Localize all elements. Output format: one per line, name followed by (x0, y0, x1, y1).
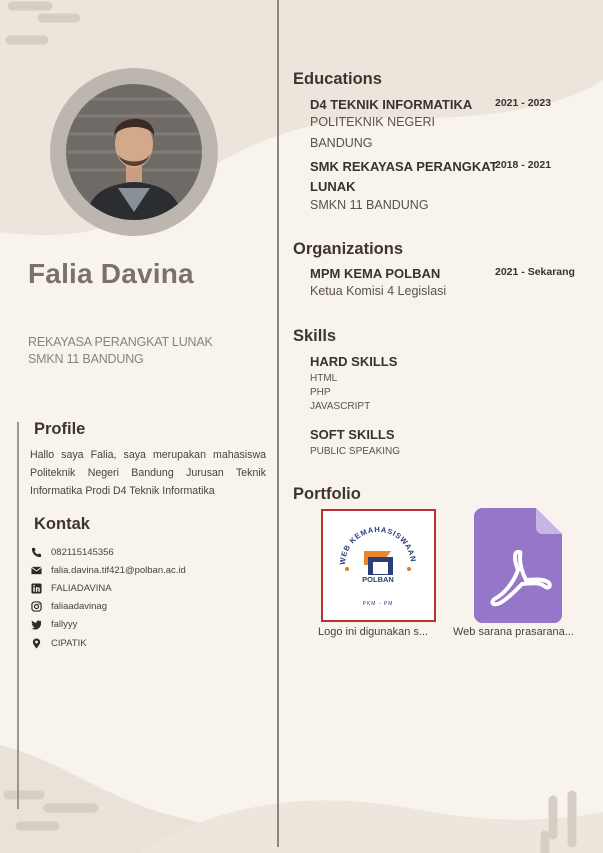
education-school: POLITEKNIK NEGERI (310, 115, 436, 129)
portfolio-heading: Portfolio (293, 485, 361, 503)
contact-text: FALIADAVINA (51, 582, 112, 594)
contact-email[interactable]: falia.davina.tif421@polban.ac.id (30, 561, 186, 579)
education-date: 2018 - 2021 (495, 159, 552, 171)
soft-skills-heading: SOFT SKILLS (310, 427, 395, 442)
contact-location[interactable]: CIPATIK (30, 634, 186, 652)
skills-heading: Skills (293, 327, 337, 345)
portfolio-caption[interactable]: Logo ini digunakan s... (318, 626, 428, 638)
role-line: REKAYASA PERANGKAT LUNAK (28, 335, 213, 349)
email-icon (30, 564, 43, 576)
contact-text: faliaadavinag (51, 601, 107, 613)
contact-instagram[interactable]: faliaadavinag (30, 598, 186, 616)
logo-center-text: POLBAN (362, 575, 394, 584)
linkedin-icon (30, 582, 43, 594)
contact-phone[interactable]: 082115145356 (30, 543, 186, 561)
avatar (66, 84, 202, 220)
contact-linkedin[interactable]: FALIADAVINA (30, 579, 186, 597)
education-date: 2021 - 2023 (495, 97, 552, 109)
pdf-file-icon (474, 508, 562, 623)
column-divider (277, 0, 279, 847)
portfolio-thumbnail-pdf[interactable] (474, 508, 562, 623)
phone-icon (30, 546, 43, 558)
skill-item: HTML (310, 373, 338, 384)
educations-heading: Educations (293, 70, 382, 88)
education-title-cont: LUNAK (310, 179, 356, 194)
education-title: SMK REKAYASA PERANGKAT (310, 159, 498, 174)
contact-text: 082115145356 (51, 546, 114, 558)
portfolio-caption[interactable]: Web sarana prasarana... (453, 626, 574, 638)
organization-date: 2021 - Sekarang (495, 266, 575, 278)
education-school: SMKN 11 BANDUNG (310, 198, 429, 212)
contact-text: fallyyy (51, 619, 78, 631)
polban-logo: WEB KEMAHASISWAAN POLBAN PKM - PM (338, 525, 417, 607)
role-subtitle: REKAYASA PERANGKAT LUNAK SMKN 11 BANDUNG (28, 334, 213, 368)
profile-heading: Profile (34, 420, 86, 438)
organizations-heading: Organizations (293, 240, 404, 258)
skill-item: PHP (310, 387, 331, 398)
logo-bottom-text: PKM - PM (363, 601, 394, 607)
contact-text: falia.davina.tif421@polban.ac.id (51, 564, 186, 576)
person-name: Falia Davina (28, 258, 194, 289)
contact-heading: Kontak (34, 515, 90, 533)
twitter-icon (30, 619, 43, 631)
skill-item: PUBLIC SPEAKING (310, 446, 401, 457)
hard-skills-heading: HARD SKILLS (310, 354, 398, 369)
portfolio-thumbnail-logo[interactable]: WEB KEMAHASISWAAN POLBAN PKM - PM (321, 509, 436, 622)
instagram-icon (30, 601, 43, 613)
contact-list: 082115145356 falia.davina.tif421@polban.… (30, 543, 186, 652)
education-school-cont: BANDUNG (310, 136, 373, 150)
school-line: SMKN 11 BANDUNG (28, 352, 144, 366)
organization-role: Ketua Komisi 4 Legislasi (310, 284, 447, 298)
skill-item: JAVASCRIPT (310, 401, 371, 412)
contact-twitter[interactable]: fallyyy (30, 616, 186, 634)
left-accent-line (17, 422, 19, 809)
location-pin-icon (30, 637, 43, 649)
contact-text: CIPATIK (51, 637, 87, 649)
profile-text: Hallo saya Falia, saya merupakan mahasis… (30, 449, 266, 497)
